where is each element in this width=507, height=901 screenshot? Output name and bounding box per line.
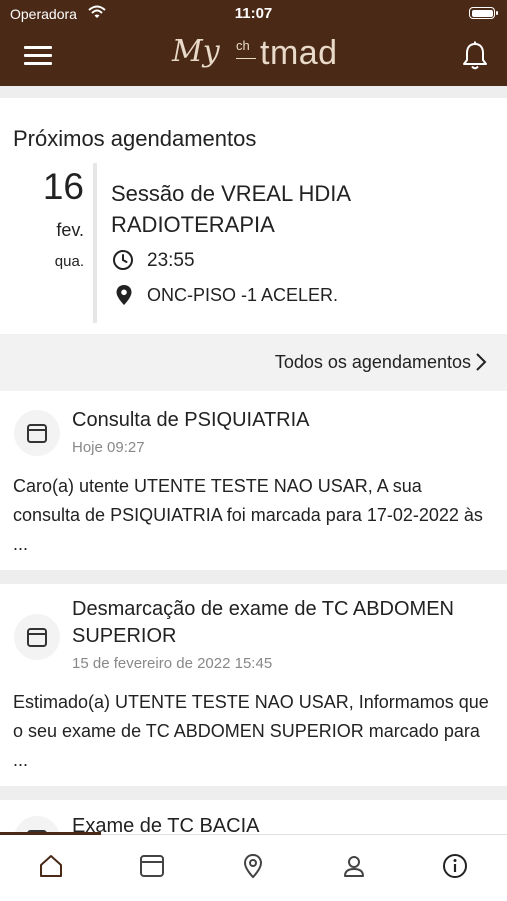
clock-time: 11:07 [234,5,273,22]
app-header: My ch tmad [0,28,507,86]
tab-calendar[interactable] [101,835,202,901]
all-appointments-link[interactable]: Todos os agendamentos [0,334,507,391]
notification-item[interactable]: Consulta de PSIQUIATRIA Hoje 09:27 Caro(… [0,392,507,570]
calendar-icon [27,424,47,443]
tab-bar [0,832,507,901]
notification-title: Consulta de PSIQUIATRIA [72,409,310,431]
notification-bell-icon[interactable] [461,41,489,71]
notification-body: Caro(a) utente UTENTE TESTE NAO USAR, A … [13,476,483,554]
appointment-day: 16 [42,166,84,207]
tab-profile[interactable] [303,835,404,901]
upcoming-appointments-card: Próximos agendamentos 16 fev. qua. Sessã… [0,98,507,392]
app-logo: My ch tmad [172,34,338,72]
all-appointments-label: Todos os agendamentos [274,352,471,372]
location-pin-icon [243,853,263,879]
appointment-month: fev. [56,220,84,240]
notification-title: Desmarcação de exame de TC ABDOMEN SUPER… [72,598,455,647]
clock-icon [113,250,133,270]
notification-date: Hoje 09:27 [72,439,145,456]
appointment-divider [93,163,97,323]
notification-item[interactable]: Desmarcação de exame de TC ABDOMEN SUPER… [0,584,507,786]
menu-icon[interactable] [24,42,52,70]
notification-icon [14,614,60,660]
chevron-right-icon [476,353,487,371]
notification-body: Estimado(a) UTENTE TESTE NAO USAR, Infor… [13,692,489,770]
notification-item[interactable]: Exame de TC BACIA [0,800,507,834]
appointment-weekday: qua. [54,253,84,270]
tab-info[interactable] [404,835,505,901]
user-icon [344,856,364,877]
status-bar: Operadora 11:07 [0,0,507,28]
info-icon [443,854,467,878]
appointment-date: 16 fev. qua. [0,98,84,328]
appointment-location: ONC-PISO -1 ACELER. [147,285,339,305]
notification-title: Exame de TC BACIA [72,815,260,834]
tab-home[interactable] [0,835,101,901]
notification-icon [14,410,60,456]
main-content: Próximos agendamentos 16 fev. qua. Sessã… [0,86,507,834]
calendar-icon [27,628,47,647]
battery-icon [469,7,498,19]
appointment-time: 23:55 [147,250,195,271]
appointment-title[interactable]: Sessão de VREAL HDIA RADIOTERAPIA [111,178,491,240]
calendar-icon [140,855,164,877]
notification-date: 15 de fevereiro de 2022 15:45 [72,655,273,672]
tab-locations[interactable] [202,835,303,901]
location-pin-icon [116,285,132,305]
home-icon [40,855,62,877]
